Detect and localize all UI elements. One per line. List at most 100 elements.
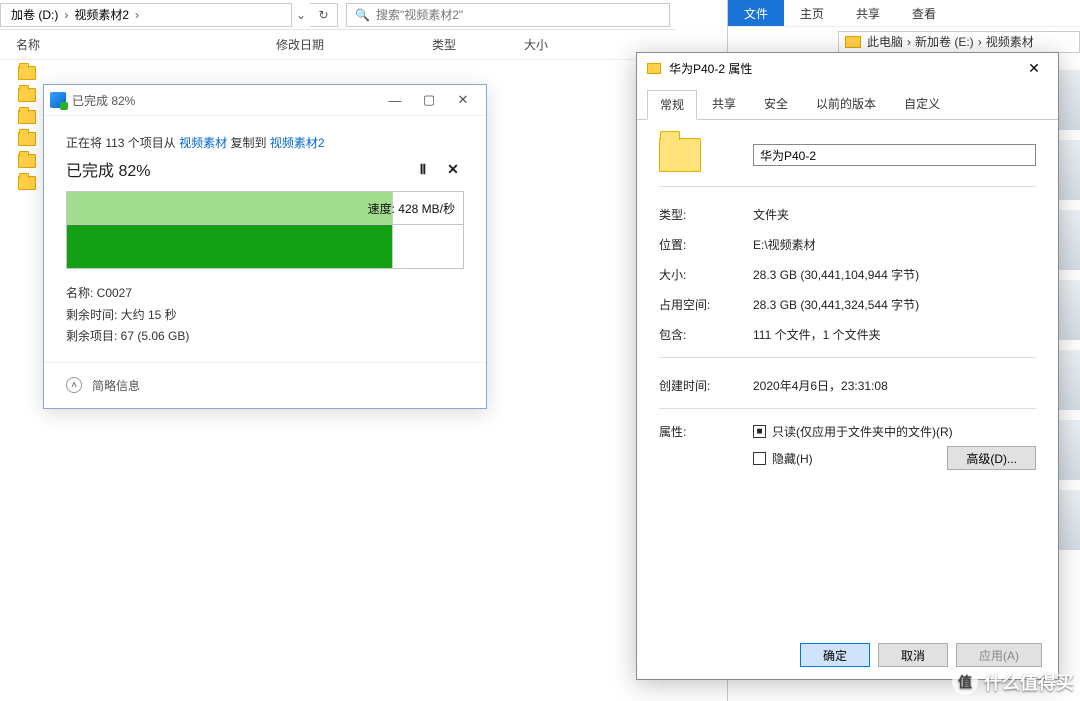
copy-dest-link[interactable]: 视频素材2 <box>270 136 325 150</box>
label-type: 类型: <box>659 206 753 223</box>
col-name[interactable]: 名称 <box>16 36 276 53</box>
close-button[interactable]: ✕ <box>446 88 480 112</box>
copy-time-left: 剩余时间: 大约 15 秒 <box>66 305 464 327</box>
speed-fill <box>67 192 392 224</box>
column-headers: 名称 修改日期 类型 大小 <box>0 30 676 60</box>
more-info-toggle[interactable]: ˄ 简略信息 <box>44 362 486 408</box>
tab-security[interactable]: 安全 <box>751 89 801 119</box>
copy-sentence-prefix: 正在将 113 个项目从 <box>66 136 179 150</box>
value-type: 文件夹 <box>753 206 1036 223</box>
more-info-label: 简略信息 <box>92 377 140 394</box>
apply-button[interactable]: 应用(A) <box>956 643 1042 667</box>
label-sizeondisk: 占用空间: <box>659 296 753 313</box>
folder-icon <box>18 132 36 146</box>
properties-footer: 确定 取消 应用(A) <box>800 643 1042 667</box>
label-location: 位置: <box>659 236 753 253</box>
maximize-button[interactable]: ▢ <box>412 88 446 112</box>
folder-icon <box>18 176 36 190</box>
chevron-right-icon: › <box>62 8 70 22</box>
copy-item-name: 名称: C0027 <box>66 283 464 305</box>
breadcrumb[interactable]: 加卷 (D:) › 视频素材2 › <box>0 3 292 27</box>
chevron-right-icon: › <box>133 8 141 22</box>
properties-tabs: 常规 共享 安全 以前的版本 自定义 <box>637 83 1058 120</box>
minimize-button[interactable]: — <box>378 88 412 112</box>
refresh-button[interactable]: ↻ <box>310 3 338 27</box>
checkbox-hidden-label: 隐藏(H) <box>772 450 813 467</box>
breadcrumb-seg-folder[interactable]: 视频素材2 <box>70 6 133 23</box>
value-location: E:\视频素材 <box>753 236 1036 253</box>
file-copy-dialog: 已完成 82% — ▢ ✕ 正在将 113 个项目从 视频素材 复制到 视频素材… <box>43 84 487 409</box>
copy-dialog-title: 已完成 82% <box>72 92 378 109</box>
breadcrumb-seg[interactable]: 视频素材 <box>986 33 1034 50</box>
col-type[interactable]: 类型 <box>432 36 524 53</box>
copy-progress-icon <box>50 92 66 108</box>
pause-button[interactable]: Ⅱ <box>412 158 434 180</box>
col-size[interactable]: 大小 <box>524 36 584 53</box>
copy-percent-text: 已完成 82% <box>66 157 404 181</box>
value-size: 28.3 GB (30,441,104,944 字节) <box>753 266 1036 283</box>
breadcrumb-right[interactable]: 此电脑 › 新加卷 (E:) › 视频素材 <box>838 31 1080 53</box>
ok-button[interactable]: 确定 <box>800 643 870 667</box>
folder-large-icon <box>659 138 701 172</box>
copy-sentence: 正在将 113 个项目从 视频素材 复制到 视频素材2 <box>66 134 464 151</box>
breadcrumb-seg[interactable]: 此电脑 <box>867 33 903 50</box>
properties-dialog: 华为P40-2 属性 ✕ 常规 共享 安全 以前的版本 自定义 类型:文件夹 位… <box>636 52 1059 680</box>
folder-icon <box>18 154 36 168</box>
chevron-up-icon: ˄ <box>66 377 82 393</box>
address-bar-row: 加卷 (D:) › 视频素材2 › ⌄ ↻ 🔍 搜索"视频素材2" <box>0 0 676 30</box>
copy-items-left: 剩余项目: 67 (5.06 GB) <box>66 326 464 348</box>
search-placeholder: 搜索"视频素材2" <box>376 6 463 23</box>
tab-general[interactable]: 常规 <box>647 90 697 120</box>
search-icon: 🔍 <box>355 8 370 22</box>
breadcrumb-seg[interactable]: 新加卷 (E:) <box>915 33 974 50</box>
cancel-copy-button[interactable]: ✕ <box>442 158 464 180</box>
folder-icon <box>647 63 661 74</box>
copy-source-link[interactable]: 视频素材 <box>179 136 227 150</box>
label-created: 创建时间: <box>659 377 753 394</box>
copy-percent-row: 已完成 82% Ⅱ ✕ <box>66 157 464 181</box>
cancel-button[interactable]: 取消 <box>878 643 948 667</box>
tab-customize[interactable]: 自定义 <box>891 89 953 119</box>
folder-name-input[interactable] <box>753 144 1036 166</box>
speed-label: 速度: 428 MB/秒 <box>368 200 455 217</box>
copy-dialog-titlebar[interactable]: 已完成 82% — ▢ ✕ <box>44 85 486 115</box>
speed-chart: 速度: 428 MB/秒 <box>66 191 464 225</box>
label-size: 大小: <box>659 266 753 283</box>
checkbox-hidden[interactable] <box>753 452 766 465</box>
value-sizeondisk: 28.3 GB (30,441,324,544 字节) <box>753 296 1036 313</box>
close-button[interactable]: ✕ <box>1014 55 1054 81</box>
progress-bar <box>66 225 464 269</box>
ribbon-tab-home[interactable]: 主页 <box>784 0 840 26</box>
watermark-icon: 值 <box>952 669 978 695</box>
label-contains: 包含: <box>659 326 753 343</box>
col-modified[interactable]: 修改日期 <box>276 36 432 53</box>
watermark-text: 什么值得买 <box>984 669 1074 695</box>
tab-previous-versions[interactable]: 以前的版本 <box>803 89 889 119</box>
value-created: 2020年4月6日，23:31:08 <box>753 377 1036 394</box>
tab-share[interactable]: 共享 <box>699 89 749 119</box>
progress-fill <box>67 225 392 268</box>
copy-sentence-mid: 复制到 <box>227 136 270 150</box>
ribbon-tab-file[interactable]: 文件 <box>728 0 784 26</box>
properties-titlebar[interactable]: 华为P40-2 属性 ✕ <box>637 53 1058 83</box>
checkbox-readonly-label: 只读(仅应用于文件夹中的文件)(R) <box>772 423 953 440</box>
folder-icon <box>18 66 36 80</box>
folder-icon <box>18 110 36 124</box>
label-attributes: 属性: <box>659 423 753 440</box>
list-item[interactable] <box>18 62 676 84</box>
advanced-button[interactable]: 高级(D)... <box>947 446 1036 470</box>
breadcrumb-dropdown-icon[interactable]: ⌄ <box>292 8 310 22</box>
checkbox-readonly[interactable]: ■ <box>753 425 766 438</box>
watermark: 值 什么值得买 <box>952 669 1074 695</box>
ribbon-tab-share[interactable]: 共享 <box>840 0 896 26</box>
properties-body: 类型:文件夹 位置:E:\视频素材 大小:28.3 GB (30,441,104… <box>637 120 1058 486</box>
ribbon-tabs: 文件 主页 共享 查看 <box>728 0 1080 26</box>
folder-icon <box>18 88 36 102</box>
ribbon-tab-view[interactable]: 查看 <box>896 0 952 26</box>
value-contains: 111 个文件，1 个文件夹 <box>753 326 1036 343</box>
copy-details: 名称: C0027 剩余时间: 大约 15 秒 剩余项目: 67 (5.06 G… <box>66 283 464 348</box>
breadcrumb-seg-drive[interactable]: 加卷 (D:) <box>7 6 62 23</box>
search-input[interactable]: 🔍 搜索"视频素材2" <box>346 3 670 27</box>
copy-dialog-body: 正在将 113 个项目从 视频素材 复制到 视频素材2 已完成 82% Ⅱ ✕ … <box>44 115 486 362</box>
properties-title: 华为P40-2 属性 <box>669 60 1014 77</box>
